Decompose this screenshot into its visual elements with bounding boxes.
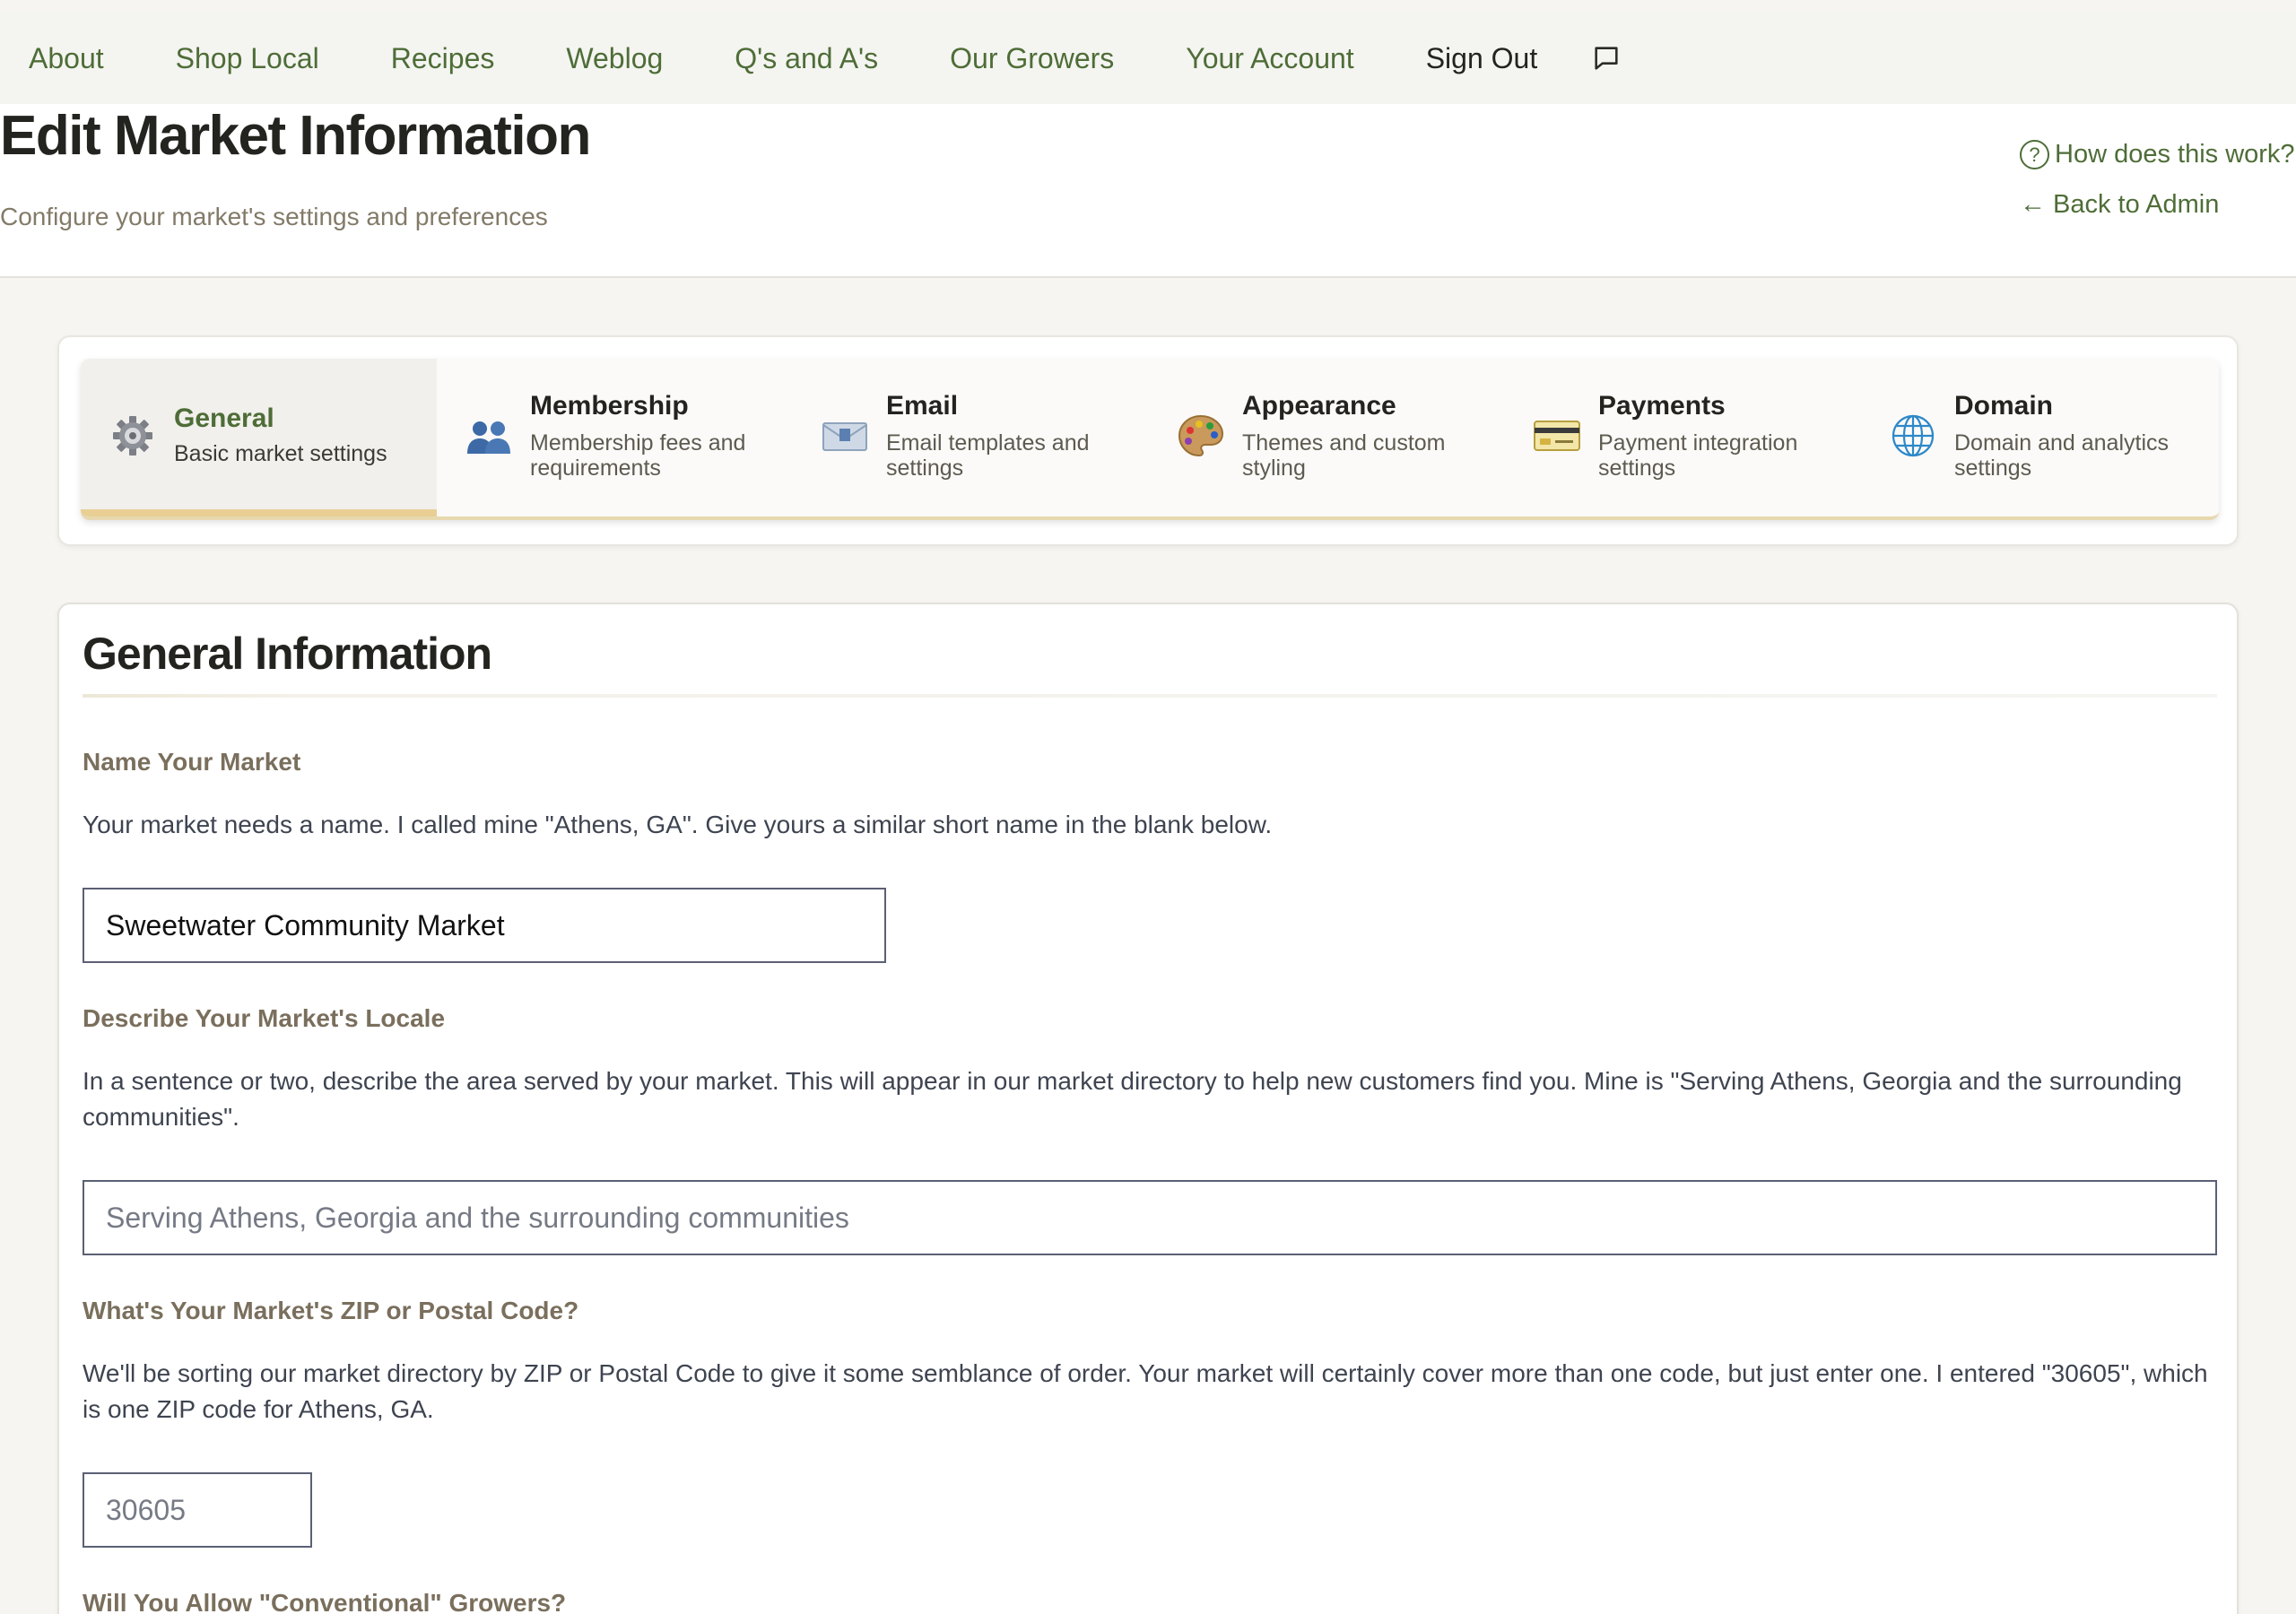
market-locale-input[interactable] <box>83 1180 2217 1255</box>
tab-payments-title: Payments <box>1598 391 1726 421</box>
tab-payments[interactable]: Payments Payment integration settings <box>1505 359 1861 516</box>
tab-payments-desc: Payment integration settings <box>1598 430 1798 481</box>
tab-general[interactable]: General Basic market settings <box>81 359 437 516</box>
tab-domain-title: Domain <box>1954 391 2054 421</box>
arrow-left-icon: ← <box>2020 190 2046 219</box>
nav-our-growers[interactable]: Our Growers <box>950 42 1114 75</box>
market-locale-help: In a sentence or two, describe the area … <box>83 1067 2182 1131</box>
top-navigation: About Shop Local Recipes Weblog Q's and … <box>0 13 2296 104</box>
nav-your-account[interactable]: Your Account <box>1186 42 1353 75</box>
palette-icon <box>1176 411 1226 461</box>
settings-tabs: General Basic market settings Membership… <box>81 359 2219 520</box>
section-divider <box>83 694 2217 698</box>
chat-bubble-icon[interactable] <box>1591 43 1622 74</box>
tab-appearance[interactable]: Appearance Themes and custom styling <box>1149 359 1505 516</box>
nav-recipes[interactable]: Recipes <box>391 42 495 75</box>
help-link-label: How does this work? <box>2055 140 2295 169</box>
tab-appearance-desc: Themes and custom styling <box>1242 430 1446 481</box>
back-to-admin-link[interactable]: ← Back to Admin <box>2020 190 2219 220</box>
page-title: Edit Market Information <box>0 105 591 167</box>
nav-weblog[interactable]: Weblog <box>566 42 663 75</box>
market-name-input[interactable] <box>83 888 886 963</box>
tab-domain-desc: Domain and analytics settings <box>1954 430 2170 481</box>
section-title: General Information <box>83 629 492 679</box>
back-link-label: Back to Admin <box>2053 190 2220 219</box>
nav-qa[interactable]: Q's and A's <box>735 42 878 75</box>
settings-tabs-card: General Basic market settings Membership… <box>57 335 2239 546</box>
market-locale-label: Describe Your Market's Locale <box>83 1004 446 1032</box>
conventional-growers-label: Will You Allow "Conventional" Growers? <box>83 1589 567 1614</box>
tab-general-title: General <box>174 404 274 433</box>
people-icon <box>464 411 514 461</box>
nav-about[interactable]: About <box>29 42 104 75</box>
globe-icon <box>1888 411 1938 461</box>
tab-membership-desc: Membership fees and requirements <box>530 430 746 481</box>
market-name-help: Your market needs a name. I called mine … <box>83 811 1273 838</box>
tab-general-desc: Basic market settings <box>174 441 387 466</box>
tab-email-desc: Email templates and settings <box>886 430 1090 481</box>
zip-code-label: What's Your Market's ZIP or Postal Code? <box>83 1297 579 1324</box>
zip-code-input[interactable] <box>83 1472 312 1548</box>
tab-membership-title: Membership <box>530 391 689 421</box>
tab-email[interactable]: Email Email templates and settings <box>793 359 1149 516</box>
market-name-label: Name Your Market <box>83 748 301 776</box>
tab-email-title: Email <box>886 391 959 421</box>
tab-domain[interactable]: Domain Domain and analytics settings <box>1861 359 2217 516</box>
envelope-icon <box>820 411 870 461</box>
zip-code-help: We'll be sorting our market directory by… <box>83 1359 2208 1423</box>
nav-shop-local[interactable]: Shop Local <box>176 42 319 75</box>
question-circle-icon: ? <box>2020 140 2049 169</box>
tab-appearance-title: Appearance <box>1242 391 1396 421</box>
credit-card-icon <box>1532 411 1582 461</box>
page-subtitle: Configure your market's settings and pre… <box>0 203 548 230</box>
sign-out-link[interactable]: Sign Out <box>1426 42 1538 75</box>
tab-membership[interactable]: Membership Membership fees and requireme… <box>437 359 793 516</box>
gear-icon <box>108 411 158 461</box>
how-does-this-work-link[interactable]: ? How does this work? <box>2020 140 2295 169</box>
page-header: Edit Market Information Configure your m… <box>0 104 2296 278</box>
general-information-card: General Information Name Your Market You… <box>57 603 2239 1614</box>
